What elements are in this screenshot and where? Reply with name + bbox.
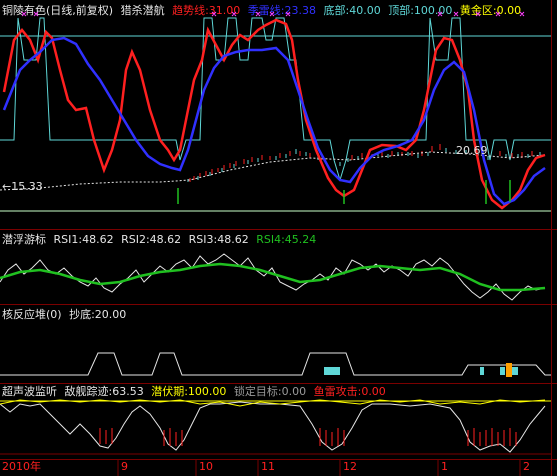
price-low-label: ←15.33 (2, 180, 43, 193)
signal-markers (21, 11, 525, 17)
xaxis-label-9: 9 (121, 460, 128, 473)
enemy-track-line (0, 401, 546, 453)
sonar-chart (0, 399, 551, 455)
xaxis-label-year: 2010年 (2, 460, 41, 473)
xaxis-label-2: 2 (523, 460, 530, 473)
price-line (0, 151, 546, 191)
right-border (551, 0, 552, 476)
main-indicator-pane[interactable]: 铜陵有色(日线,前复权) 猎杀潜航 趋势线:31.00 季雷线:23.38 底部… (0, 0, 557, 229)
price-high-label: 20.69 (456, 144, 488, 157)
xaxis-label-10: 10 (199, 460, 213, 473)
xaxis (0, 459, 552, 476)
xaxis-label-11: 11 (261, 460, 275, 473)
torpedo-bars (99, 428, 517, 446)
thunder-line (2, 36, 546, 206)
left-arrow-icon: ← (2, 180, 12, 193)
reactor-pane[interactable]: 核反应堆(0) 抄底:20.00 (0, 305, 557, 383)
main-chart (0, 11, 551, 212)
xaxis-ticks (117, 459, 521, 476)
rsi-chart (0, 253, 546, 301)
xaxis-label-1: 1 (441, 460, 448, 473)
price-low-value: 15.33 (11, 180, 43, 193)
reactor-step-line (0, 352, 551, 376)
xaxis-label-12: 12 (343, 460, 357, 473)
reactor-chart (0, 352, 551, 377)
sonar-pane[interactable]: 超声波监听 敌舰踪迹:63.53 潜伏期:100.00 锁定目标:0.00 鱼雷… (0, 384, 557, 460)
reactor-highlight (506, 363, 512, 377)
rsi-pane[interactable]: 潜浮游标 RSI1:48.62 RSI2:48.62 RSI3:48.62 RS… (0, 230, 557, 304)
gold-zone-bars (177, 180, 511, 204)
